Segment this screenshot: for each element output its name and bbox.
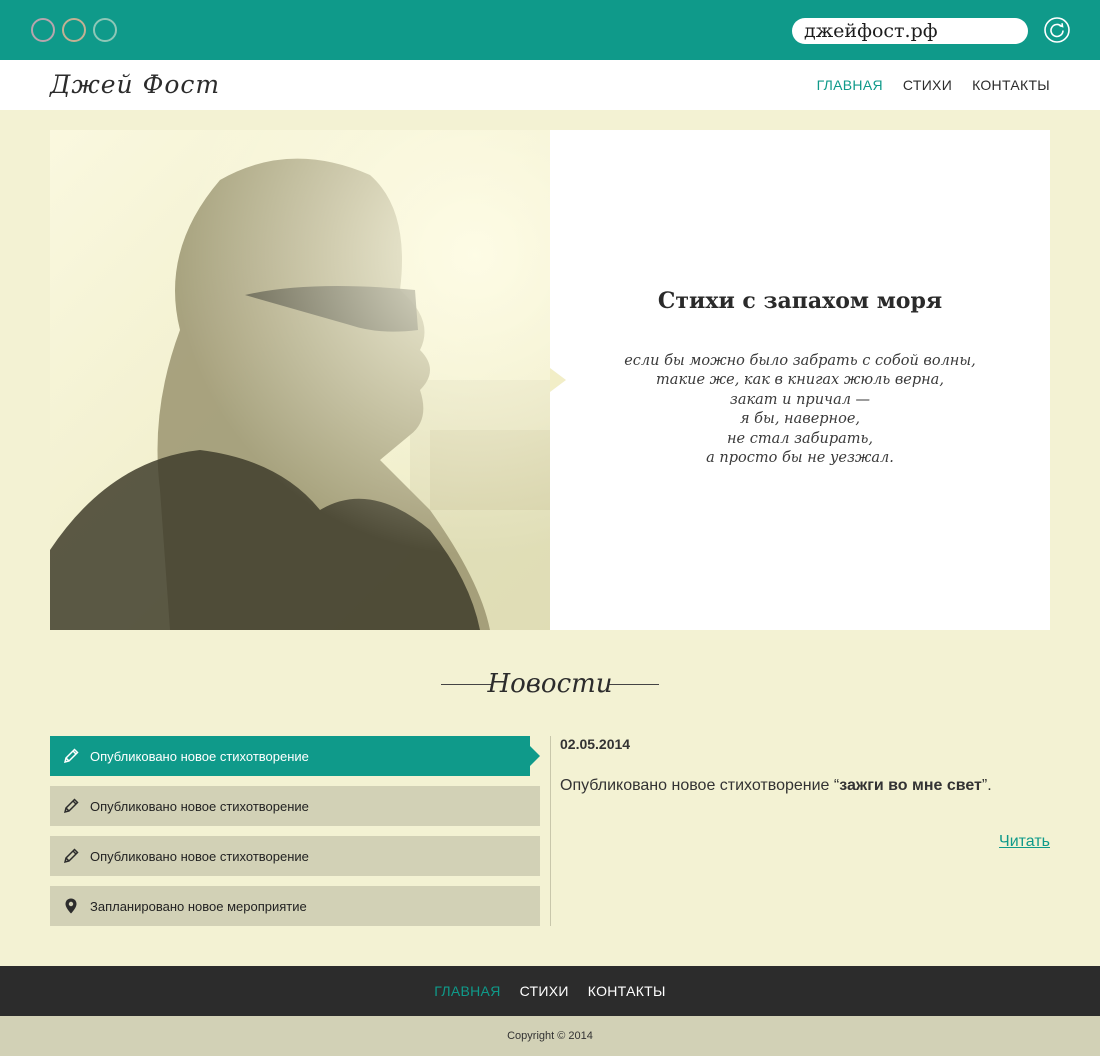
address-bar[interactable]: джейфост.рф [792,18,1028,44]
footer-link-poems[interactable]: СТИХИ [520,983,569,999]
copyright: Copyright © 2014 [0,1016,1100,1056]
reload-icon[interactable] [1044,17,1070,43]
pencil-icon [63,748,79,764]
news-list-item[interactable]: Опубликовано новое стихотворение [50,786,540,826]
window-maximize-button[interactable] [93,18,117,42]
browser-toolbar: джейфост.рф [0,0,1100,60]
news-list-item[interactable]: Запланировано новое мероприятие [50,886,540,926]
news-title: Новости [487,669,613,699]
news-item-label: Опубликовано новое стихотворение [90,798,309,814]
news-list-item[interactable]: Опубликовано новое стихотворение [50,836,540,876]
poem-line: а просто бы не уезжал. [706,450,894,467]
heading-rule-left [441,684,491,685]
news-text: Опубликовано новое стихотворение “зажги … [560,777,992,795]
news-text-suffix: ”. [981,777,992,794]
map-pin-icon [65,898,77,914]
news-poem-title: зажги во мне свет [839,777,982,794]
footer-nav: ГЛАВНАЯ СТИХИ КОНТАКТЫ [0,966,1100,1016]
nav-link-poems[interactable]: СТИХИ [903,77,952,93]
pencil-icon [63,798,79,814]
poem-line: я бы, наверное, [739,411,861,428]
heading-rule-right [609,684,659,685]
site-logo[interactable]: Джей Фост [50,70,220,99]
window-minimize-button[interactable] [62,18,86,42]
nav-link-contacts[interactable]: КОНТАКТЫ [972,77,1050,93]
hero-pointer [550,368,566,392]
news-section-heading: Новости [0,664,1100,704]
poem-line: если бы можно было забрать с собой волны… [624,353,976,369]
news-text-prefix: Опубликовано новое стихотворение “ [560,777,840,794]
window-close-button[interactable] [31,18,55,42]
poem-line: не стал забирать, [726,430,874,447]
hero-poem: если бы можно было забрать с собой волны… [600,352,1000,468]
news-date: 02.05.2014 [560,736,631,752]
news-item-label: Запланировано новое мероприятие [90,898,307,914]
news-item-label: Опубликовано новое стихотворение [90,848,309,864]
news-divider [550,736,551,926]
read-link[interactable]: Читать [999,833,1050,851]
hero-banner: Стихи с запахом моря если бы можно было … [50,130,1050,630]
poem-line: закат и причал — [729,391,871,408]
hero-title: Стихи с запахом моря [657,288,943,314]
main-nav: ГЛАВНАЯ СТИХИ КОНТАКТЫ [817,77,1050,93]
pencil-icon [63,848,79,864]
poem-line: такие же, как в книгах жюль верна, [656,372,944,389]
news-item-label: Опубликовано новое стихотворение [90,748,309,764]
footer-link-home[interactable]: ГЛАВНАЯ [434,983,500,999]
nav-link-home[interactable]: ГЛАВНАЯ [817,77,883,93]
news-list-item[interactable]: Опубликовано новое стихотворение [50,736,540,776]
footer-link-contacts[interactable]: КОНТАКТЫ [588,983,666,999]
hero-photo [50,130,550,630]
site-header: Джей Фост ГЛАВНАЯ СТИХИ КОНТАКТЫ [0,60,1100,110]
